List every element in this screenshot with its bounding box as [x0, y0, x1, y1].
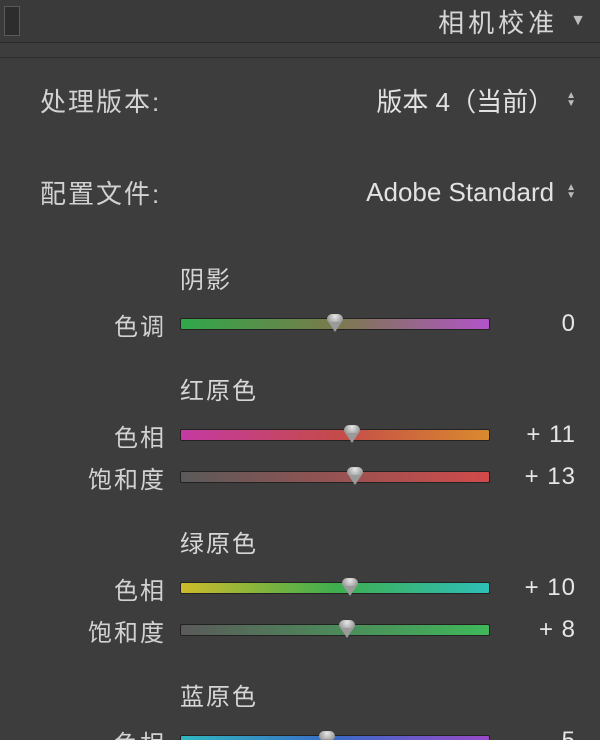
red-title: 红原色 — [180, 371, 576, 406]
green-hue-slider[interactable] — [180, 576, 490, 600]
blue-hue-label: 色相 — [40, 724, 180, 740]
green-hue-label: 色相 — [40, 571, 180, 606]
shadows-tint-value[interactable]: 0 — [490, 310, 576, 338]
profile-label: 配置文件: — [40, 174, 366, 211]
slider-thumb-icon — [337, 620, 357, 638]
red-sat-row: 饱和度 + 13 — [40, 456, 576, 498]
green-sat-label: 饱和度 — [40, 613, 180, 648]
blue-hue-row: 色相 - 5 — [40, 720, 576, 740]
red-sat-slider[interactable] — [180, 465, 490, 489]
panel-header: 相机校准 ▼ — [0, 0, 600, 43]
green-sat-slider[interactable] — [180, 618, 490, 642]
process-version-row: 处理版本: 版本 4（当前） ▲▼ — [0, 57, 600, 132]
updown-icon: ▲▼ — [566, 184, 576, 200]
red-hue-row: 色相 + 11 — [40, 414, 576, 456]
slider-thumb-icon — [342, 425, 362, 443]
process-version-dropdown[interactable]: 版本 4（当前） ▲▼ — [376, 82, 576, 119]
profile-value: Adobe Standard — [366, 177, 554, 208]
green-sat-row: 饱和度 + 8 — [40, 609, 576, 651]
red-hue-label: 色相 — [40, 418, 180, 453]
shadows-tint-row: 色调 0 — [40, 303, 576, 345]
shadows-tint-label: 色调 — [40, 307, 180, 342]
profile-row: 配置文件: Adobe Standard ▲▼ — [0, 160, 600, 224]
blue-section: 蓝原色 色相 - 5 饱和度 + 13 — [0, 661, 600, 740]
green-hue-row: 色相 + 10 — [40, 567, 576, 609]
updown-icon: ▲▼ — [566, 92, 576, 108]
blue-hue-slider[interactable] — [180, 729, 490, 740]
red-hue-value[interactable]: + 11 — [490, 421, 576, 449]
process-version-value: 版本 4（当前） — [376, 82, 554, 119]
shadows-title: 阴影 — [180, 260, 576, 295]
shadows-section: 阴影 色调 0 — [0, 244, 600, 355]
camera-calibration-panel: 相机校准 ▼ 处理版本: 版本 4（当前） ▲▼ 配置文件: Adobe Sta… — [0, 0, 600, 740]
green-hue-value[interactable]: + 10 — [490, 574, 576, 602]
green-section: 绿原色 色相 + 10 饱和度 + 8 — [0, 508, 600, 661]
slider-thumb-icon — [325, 314, 345, 332]
red-sat-value[interactable]: + 13 — [490, 463, 576, 491]
panel-title: 相机校准 — [438, 3, 558, 40]
red-section: 红原色 色相 + 11 饱和度 + 13 — [0, 355, 600, 508]
blue-hue-value[interactable]: - 5 — [490, 727, 576, 740]
shadows-tint-slider[interactable] — [180, 312, 490, 336]
process-version-label: 处理版本: — [40, 82, 376, 119]
green-sat-value[interactable]: + 8 — [490, 616, 576, 644]
panel-corner-handle[interactable] — [4, 6, 20, 36]
slider-thumb-icon — [345, 467, 365, 485]
red-hue-slider[interactable] — [180, 423, 490, 447]
profile-dropdown[interactable]: Adobe Standard ▲▼ — [366, 177, 576, 208]
slider-thumb-icon — [340, 578, 360, 596]
green-title: 绿原色 — [180, 524, 576, 559]
slider-thumb-icon — [317, 731, 337, 740]
red-sat-label: 饱和度 — [40, 460, 180, 495]
panel-collapse-icon[interactable]: ▼ — [570, 12, 586, 30]
blue-title: 蓝原色 — [180, 677, 576, 712]
